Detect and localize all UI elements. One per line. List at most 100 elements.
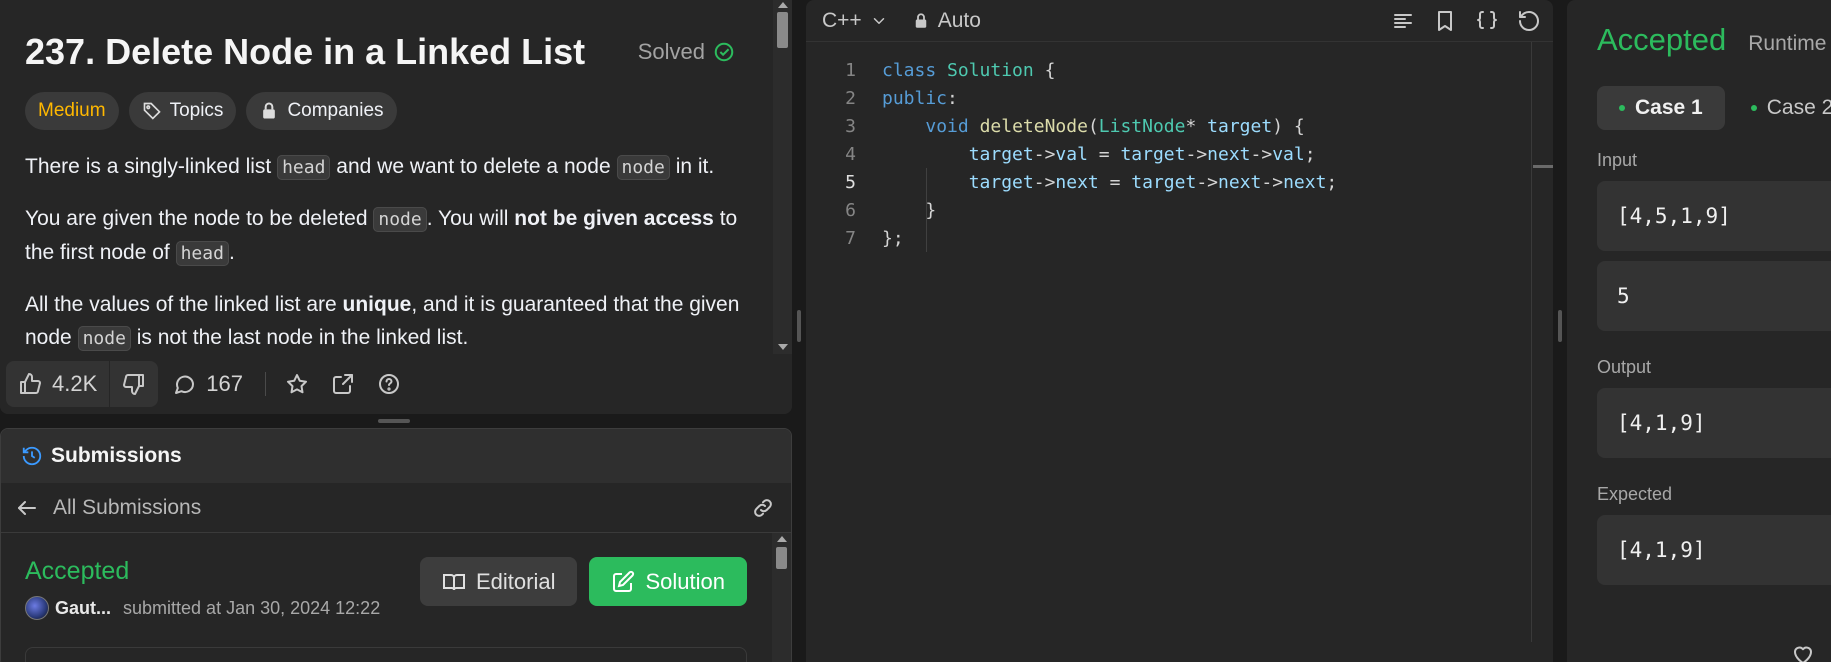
username[interactable]: Gaut... (55, 598, 111, 619)
case-tabs: Case 1 Case 2 (1567, 58, 1831, 130)
book-icon (443, 573, 465, 590)
companies-tag[interactable]: Companies (246, 92, 397, 130)
thumbs-up-icon (20, 373, 41, 394)
description-content: 237. Delete Node in a Linked List Solved… (0, 0, 776, 354)
solution-button[interactable]: Solution (589, 557, 747, 606)
runtime-label: Runtime (1748, 32, 1827, 55)
thumbs-down-icon (123, 374, 145, 395)
reset-icon[interactable] (1517, 9, 1541, 33)
output-label: Output (1597, 357, 1652, 377)
tab-case-1[interactable]: Case 1 (1597, 86, 1725, 130)
favorite-button[interactable] (274, 361, 320, 407)
code-line: 3 void deleteNode(ListNode* target) { (806, 112, 1506, 140)
likes-count: 4.2K (52, 371, 98, 396)
star-icon (286, 374, 307, 394)
result-status: Accepted (1597, 22, 1727, 57)
editorial-button[interactable]: Editorial (420, 557, 578, 606)
companies-label: Companies (287, 100, 384, 121)
code-area[interactable]: 1 class Solution { 2 public: 3 void dele… (806, 56, 1506, 252)
scroll-thumb[interactable] (777, 12, 788, 48)
editorial-label: Editorial (476, 568, 556, 594)
topics-label: Topics (169, 100, 224, 121)
external-link-icon (332, 374, 353, 394)
vertical-resize-handle[interactable] (378, 419, 410, 423)
horizontal-resize-handle[interactable] (797, 310, 801, 342)
inline-code: node (373, 207, 427, 232)
pass-dot (1619, 105, 1625, 111)
pass-dot (1750, 105, 1757, 111)
line-number: 1 (845, 59, 856, 81)
comments-count: 167 (206, 371, 243, 396)
submissions-scrollbar[interactable] (772, 533, 791, 662)
format-icon[interactable] (1391, 9, 1415, 33)
description-paragraph-1: There is a singly-linked list head and w… (25, 155, 715, 180)
code-editor-panel: C++ Auto 1 class Solution {2 public: 3 … (806, 0, 1553, 662)
braces-icon[interactable] (1475, 9, 1499, 33)
input-value-1: [4,5,1,9] (1597, 181, 1831, 251)
lock-icon (263, 102, 276, 119)
inline-code: node (77, 326, 131, 351)
avatar[interactable] (25, 596, 49, 620)
auto-mode-toggle[interactable]: Auto (912, 9, 981, 33)
bookmark-icon[interactable] (1433, 9, 1457, 33)
code-line-current: 5 target->next = target->next->next; (806, 168, 1506, 196)
editor-scrollbar-track[interactable] (1531, 42, 1532, 642)
solved-label: Solved (637, 39, 705, 64)
vote-group: 4.2K (6, 361, 159, 407)
topics-tag[interactable]: Topics (128, 92, 237, 130)
language-selector[interactable]: C++ (822, 9, 888, 33)
all-submissions-link[interactable]: All Submissions (53, 496, 201, 520)
input-value-2: 5 (1597, 261, 1831, 331)
question-circle-icon (378, 374, 399, 394)
difficulty-tag[interactable]: Medium (25, 92, 119, 130)
history-icon (22, 446, 42, 466)
lock-icon (915, 12, 926, 28)
problem-title[interactable]: 237. Delete Node in a Linked List (25, 31, 585, 73)
link-icon[interactable] (751, 496, 775, 520)
comment-icon (175, 375, 195, 394)
chevron-down-icon (873, 17, 884, 24)
inline-code: head (277, 155, 331, 180)
line-number: 5 (845, 171, 856, 193)
check-circle-icon (714, 42, 734, 62)
scroll-thumb[interactable] (776, 547, 787, 569)
help-button[interactable] (366, 361, 412, 407)
submissions-panel: Submissions All Submissions Accepted Gau… (0, 428, 792, 662)
code-line: 4 target->val = target->next->val; (806, 140, 1506, 168)
scroll-up-arrow[interactable] (778, 2, 788, 8)
inline-code: head (175, 241, 229, 266)
tab-case-2[interactable]: Case 2 (1743, 86, 1831, 130)
expected-label: Expected (1597, 484, 1673, 504)
description-scrollbar[interactable] (773, 0, 792, 354)
output-value: [4,1,9] (1597, 388, 1831, 458)
heart-icon[interactable] (1791, 642, 1815, 662)
line-number: 4 (845, 143, 856, 165)
problem-tags: Medium Topics Companies (25, 92, 751, 130)
line-number: 6 (845, 199, 856, 221)
scroll-up-arrow[interactable] (777, 536, 787, 542)
upvote-button[interactable]: 4.2K (6, 361, 109, 407)
edit-icon (613, 570, 635, 592)
horizontal-resize-handle[interactable] (1558, 310, 1562, 342)
scroll-down-arrow[interactable] (778, 344, 788, 350)
arrow-left-icon[interactable] (15, 496, 39, 520)
share-button[interactable] (320, 361, 366, 407)
downvote-button[interactable] (110, 361, 158, 407)
action-bar: 4.2K 167 (0, 354, 792, 414)
code-line: 1 class Solution { (806, 56, 1506, 84)
comments-button[interactable]: 167 (158, 361, 257, 407)
editor-overview-marker (1533, 165, 1553, 168)
solution-label: Solution (645, 568, 725, 594)
submissions-header: Submissions (1, 429, 791, 483)
inline-code: node (616, 155, 670, 180)
submitted-time: submitted at Jan 30, 2024 12:22 (123, 597, 381, 618)
submissions-title: Submissions (51, 444, 182, 467)
description-paragraph-3: All the values of the linked list are un… (25, 293, 740, 351)
auto-mode-label: Auto (937, 8, 981, 32)
expected-value: [4,1,9] (1597, 515, 1831, 585)
code-line: 6 } (806, 196, 1506, 224)
line-number: 2 (845, 87, 856, 109)
language-label: C++ (822, 8, 862, 32)
code-line: 2 public: (806, 84, 1506, 112)
code-line: 7 }; (806, 224, 1506, 252)
